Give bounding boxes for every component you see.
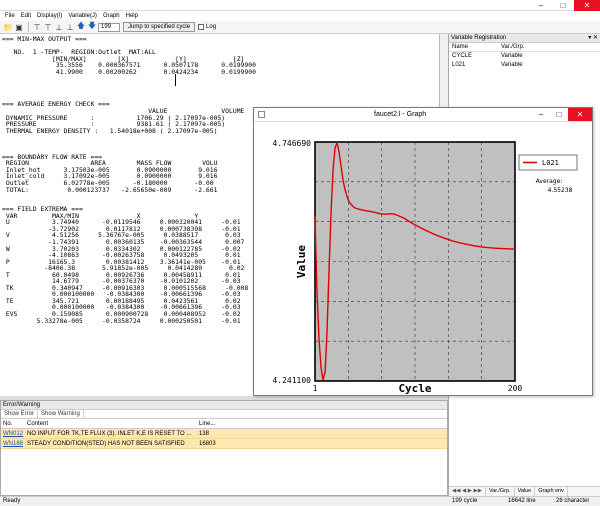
minimize-icon[interactable]: – <box>530 0 552 11</box>
bottom-2-icon[interactable]: ⊥ <box>65 22 75 32</box>
table-row[interactable]: WN188 STEADY CONDITION(STED) HAS NOT BEE… <box>1 439 447 449</box>
warning-line: 16803 <box>199 441 216 447</box>
bottom-icon[interactable]: ⊥ <box>54 22 64 32</box>
variable-group: Variable <box>501 53 523 59</box>
save-icon[interactable]: ▣ <box>14 22 24 32</box>
x-tick-label: 200 <box>508 384 523 393</box>
menu-file[interactable]: File <box>5 13 15 19</box>
table-row[interactable]: WN012 NO INPUT FOR TK,TE FLUX (3). INLET… <box>1 429 447 439</box>
menu-variable[interactable]: Variable(J) <box>68 13 97 19</box>
col-name[interactable]: Name <box>449 43 501 51</box>
graph-window-title: faucet2.l - Graph <box>374 111 427 118</box>
cycle-input[interactable]: 199 <box>98 22 120 32</box>
line-chart: 4.746690 4.2411001 200 Cycle Value L021 Averag… <box>272 139 578 395</box>
variable-group: Variable <box>501 62 523 68</box>
list-item[interactable]: L021 Variable <box>449 61 600 70</box>
text-cursor <box>175 74 176 86</box>
col-var-grp[interactable]: Var./Grp. <box>501 43 591 51</box>
variable-panel-tabs: ◀◀ ◀ ▶ ▶▶ Var./Grp. Value Graph env <box>449 486 600 496</box>
tab-value[interactable]: Value <box>515 487 536 496</box>
tab-graph-env[interactable]: Graph env <box>535 487 568 496</box>
list-item[interactable]: CYCLE Variable <box>449 52 600 61</box>
graph-window: faucet2.l - Graph – □ ✕ 4.746690 4.241100… <box>253 107 593 396</box>
status-cycle: 199 cycle <box>452 498 478 504</box>
error-table-header: No. Content Line... <box>1 419 447 429</box>
top-icon[interactable]: ⊤ <box>32 22 42 32</box>
graph-window-titlebar[interactable]: faucet2.l - Graph – □ ✕ <box>254 108 592 122</box>
y-tick-label: 4.746690 <box>272 139 311 148</box>
maximize-icon[interactable]: □ <box>552 0 574 11</box>
average-label: Average: <box>536 178 563 185</box>
variable-panel-title-text: Variable Registration <box>451 35 507 41</box>
warning-line: 138 <box>199 431 210 437</box>
x-tick-label: 1 <box>313 384 318 393</box>
maximize-icon[interactable]: □ <box>550 108 568 121</box>
warning-code-link[interactable]: WN012 <box>1 429 25 438</box>
error-panel-tabs: Show Error Show Warning <box>1 410 447 419</box>
error-panel-title: Error/Warning <box>1 401 447 410</box>
y-axis-label: Value <box>295 245 308 278</box>
graph-window-icon <box>258 111 265 118</box>
variable-name: CYCLE <box>452 53 473 59</box>
variable-name: L021 <box>452 62 466 68</box>
arrow-up-icon[interactable]: 🡅 <box>76 21 86 32</box>
panel-close-icon[interactable]: ▾ ✕ <box>588 34 598 43</box>
y-tick-label: 4.241100 <box>272 376 311 385</box>
close-icon[interactable]: ✕ <box>568 108 592 121</box>
arrow-down-icon[interactable]: 🡇 <box>87 21 97 32</box>
tab-var-grp[interactable]: Var./Grp. <box>486 487 515 496</box>
log-checkbox[interactable] <box>198 24 205 30</box>
variable-table-header: Name Var./Grp. <box>449 43 600 52</box>
status-characters: 26 character <box>556 498 590 504</box>
legend-label: L021 <box>542 159 559 167</box>
top-2-icon[interactable]: ⊤ <box>43 22 53 32</box>
col-content[interactable]: Content <box>25 419 197 428</box>
error-warning-panel: Error/Warning Show Error Show Warning No… <box>0 400 448 496</box>
menu-graph[interactable]: Graph <box>103 13 120 19</box>
warning-content: STEADY CONDITION(STED) HAS NOT BEEN SATI… <box>27 441 185 447</box>
tab-nav-arrows[interactable]: ◀◀ ◀ ▶ ▶▶ <box>449 487 486 496</box>
average-value: 4.55238 <box>548 187 573 194</box>
minimize-icon[interactable]: – <box>532 108 550 121</box>
x-axis-label: Cycle <box>398 382 431 395</box>
warning-code-link[interactable]: WN188 <box>1 439 25 448</box>
status-line: 16642 line <box>508 498 536 504</box>
menu-edit[interactable]: Edit <box>21 13 31 19</box>
menu-display[interactable]: Display(I) <box>37 13 62 19</box>
toolbar-divider <box>28 22 29 32</box>
log-label: Log <box>206 24 217 30</box>
open-folder-icon[interactable]: 📁 <box>3 22 13 32</box>
tab-show-warning[interactable]: Show Warning <box>38 410 84 418</box>
variable-panel-title: Variable Registration ▾ ✕ <box>449 34 600 43</box>
status-bar: Ready 199 cycle 16642 line 26 character <box>0 496 600 506</box>
window-controls: – □ ✕ <box>530 0 600 11</box>
col-line[interactable]: Line... <box>197 419 227 428</box>
col-no[interactable]: No. <box>1 419 25 428</box>
log-toggle[interactable]: Log <box>198 24 216 30</box>
tab-show-error[interactable]: Show Error <box>1 410 39 418</box>
menu-help[interactable]: Help <box>126 13 138 19</box>
app-titlebar: – □ ✕ <box>0 0 600 11</box>
warning-content: NO INPUT FOR TK,TE FLUX (3). INLET K,E I… <box>27 431 192 437</box>
close-icon[interactable]: ✕ <box>574 0 600 11</box>
jump-to-cycle-button[interactable]: Jump to specified cycle <box>123 22 196 32</box>
toolbar: 📁 ▣ ⊤ ⊤ ⊥ ⊥ 🡅 🡇 199 Jump to specified cy… <box>0 21 600 34</box>
status-ready: Ready <box>3 498 21 504</box>
graph-window-controls: – □ ✕ <box>532 108 592 121</box>
